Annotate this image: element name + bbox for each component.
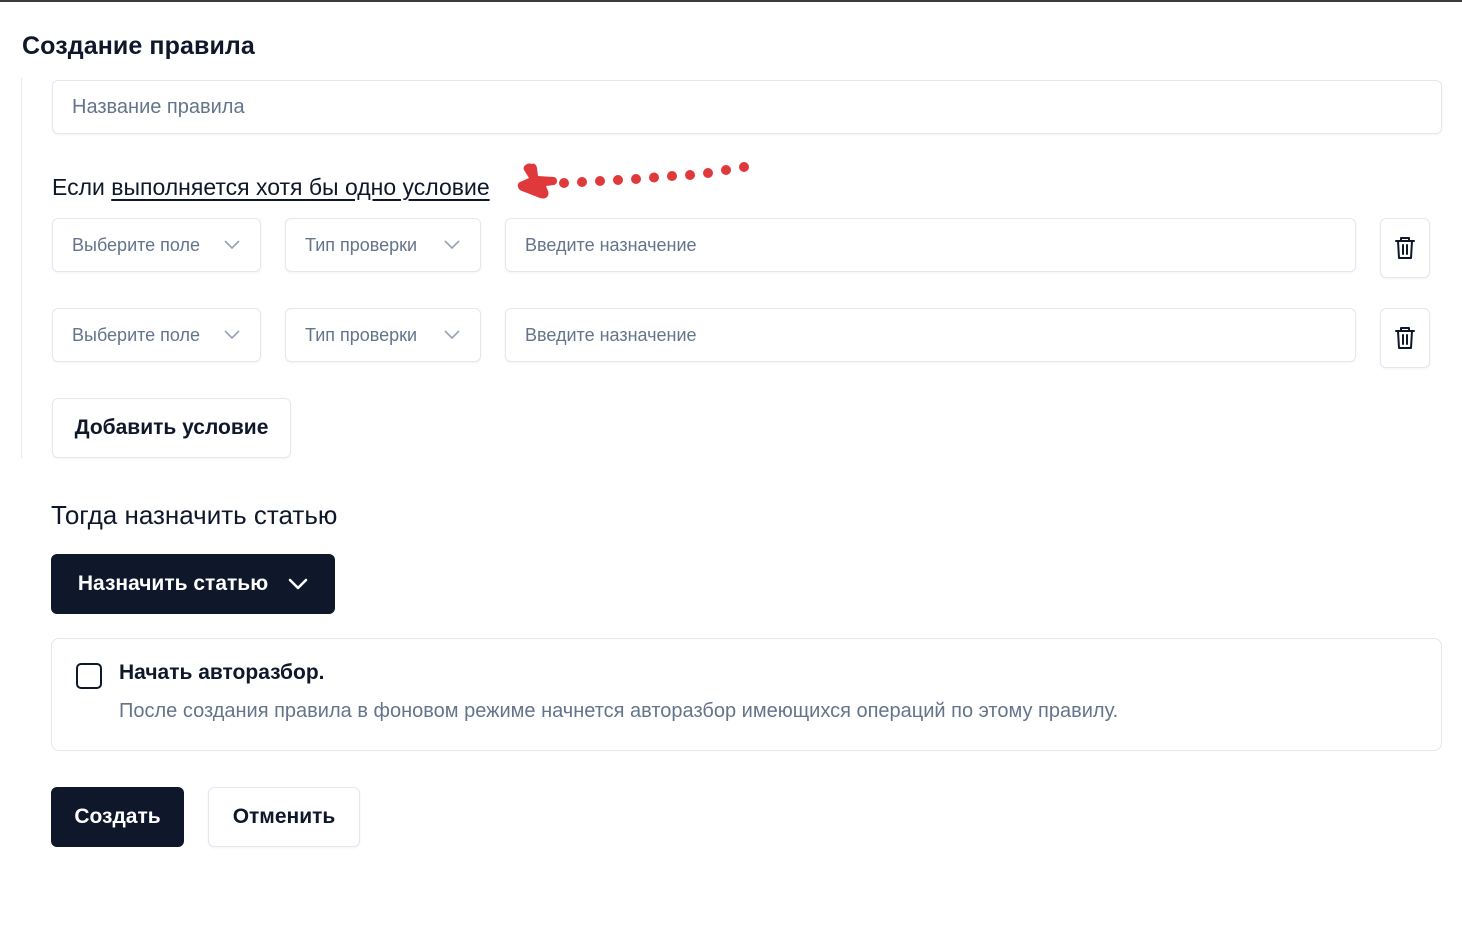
conditions-heading: Если выполняется хотя бы одно условие <box>52 174 490 201</box>
chevron-down-icon <box>288 578 308 590</box>
window-top-border <box>0 0 1462 2</box>
chevron-down-icon <box>224 330 240 340</box>
chevron-down-icon <box>444 330 460 340</box>
auto-parse-title: Начать авторазбор. <box>119 661 325 684</box>
auto-parse-card: Начать авторазбор. После создания правил… <box>51 638 1442 751</box>
action-heading: Тогда назначить статью <box>51 500 338 530</box>
rule-name-placeholder: Название правила <box>72 95 245 118</box>
field-select-label: Выберите поле <box>72 234 201 255</box>
trash-icon <box>1395 237 1415 259</box>
destination-input[interactable]: Введите назначение <box>505 308 1356 362</box>
chevron-down-icon <box>224 240 240 250</box>
check-type-select[interactable]: Тип проверки <box>285 218 481 272</box>
check-type-select-label: Тип проверки <box>305 234 418 255</box>
page-title: Создание правила <box>22 32 255 60</box>
rule-name-input[interactable]: Название правила <box>52 80 1442 134</box>
delete-condition-button[interactable] <box>1380 308 1430 368</box>
add-condition-button[interactable]: Добавить условие <box>52 398 291 458</box>
destination-placeholder: Введите назначение <box>525 234 697 255</box>
destination-placeholder: Введите назначение <box>525 324 697 345</box>
cancel-button-label: Отменить <box>232 805 336 828</box>
conditions-prefix: Если <box>52 174 105 200</box>
assign-article-dropdown[interactable]: Назначить статью <box>51 554 335 614</box>
chevron-down-icon <box>444 240 460 250</box>
create-button-label: Создать <box>74 805 161 828</box>
field-select[interactable]: Выберите поле <box>52 218 261 272</box>
delete-condition-button[interactable] <box>1380 218 1430 278</box>
cancel-button[interactable]: Отменить <box>208 787 360 847</box>
trash-icon <box>1395 327 1415 349</box>
check-type-select-label: Тип проверки <box>305 324 418 345</box>
field-select-label: Выберите поле <box>72 324 201 345</box>
auto-parse-description: После создания правила в фоновом режиме … <box>119 700 1119 722</box>
auto-parse-checkbox[interactable] <box>76 663 102 689</box>
conditions-rail <box>21 78 22 458</box>
check-type-select[interactable]: Тип проверки <box>285 308 481 362</box>
field-select[interactable]: Выберите поле <box>52 308 261 362</box>
create-button[interactable]: Создать <box>51 787 184 847</box>
destination-input[interactable]: Введите назначение <box>505 218 1356 272</box>
assign-article-label: Назначить статью <box>77 572 269 595</box>
add-condition-label: Добавить условие <box>74 416 269 439</box>
conditions-mode-link[interactable]: выполняется хотя бы одно условие <box>111 174 489 200</box>
annotation-arrow-icon <box>517 162 749 199</box>
